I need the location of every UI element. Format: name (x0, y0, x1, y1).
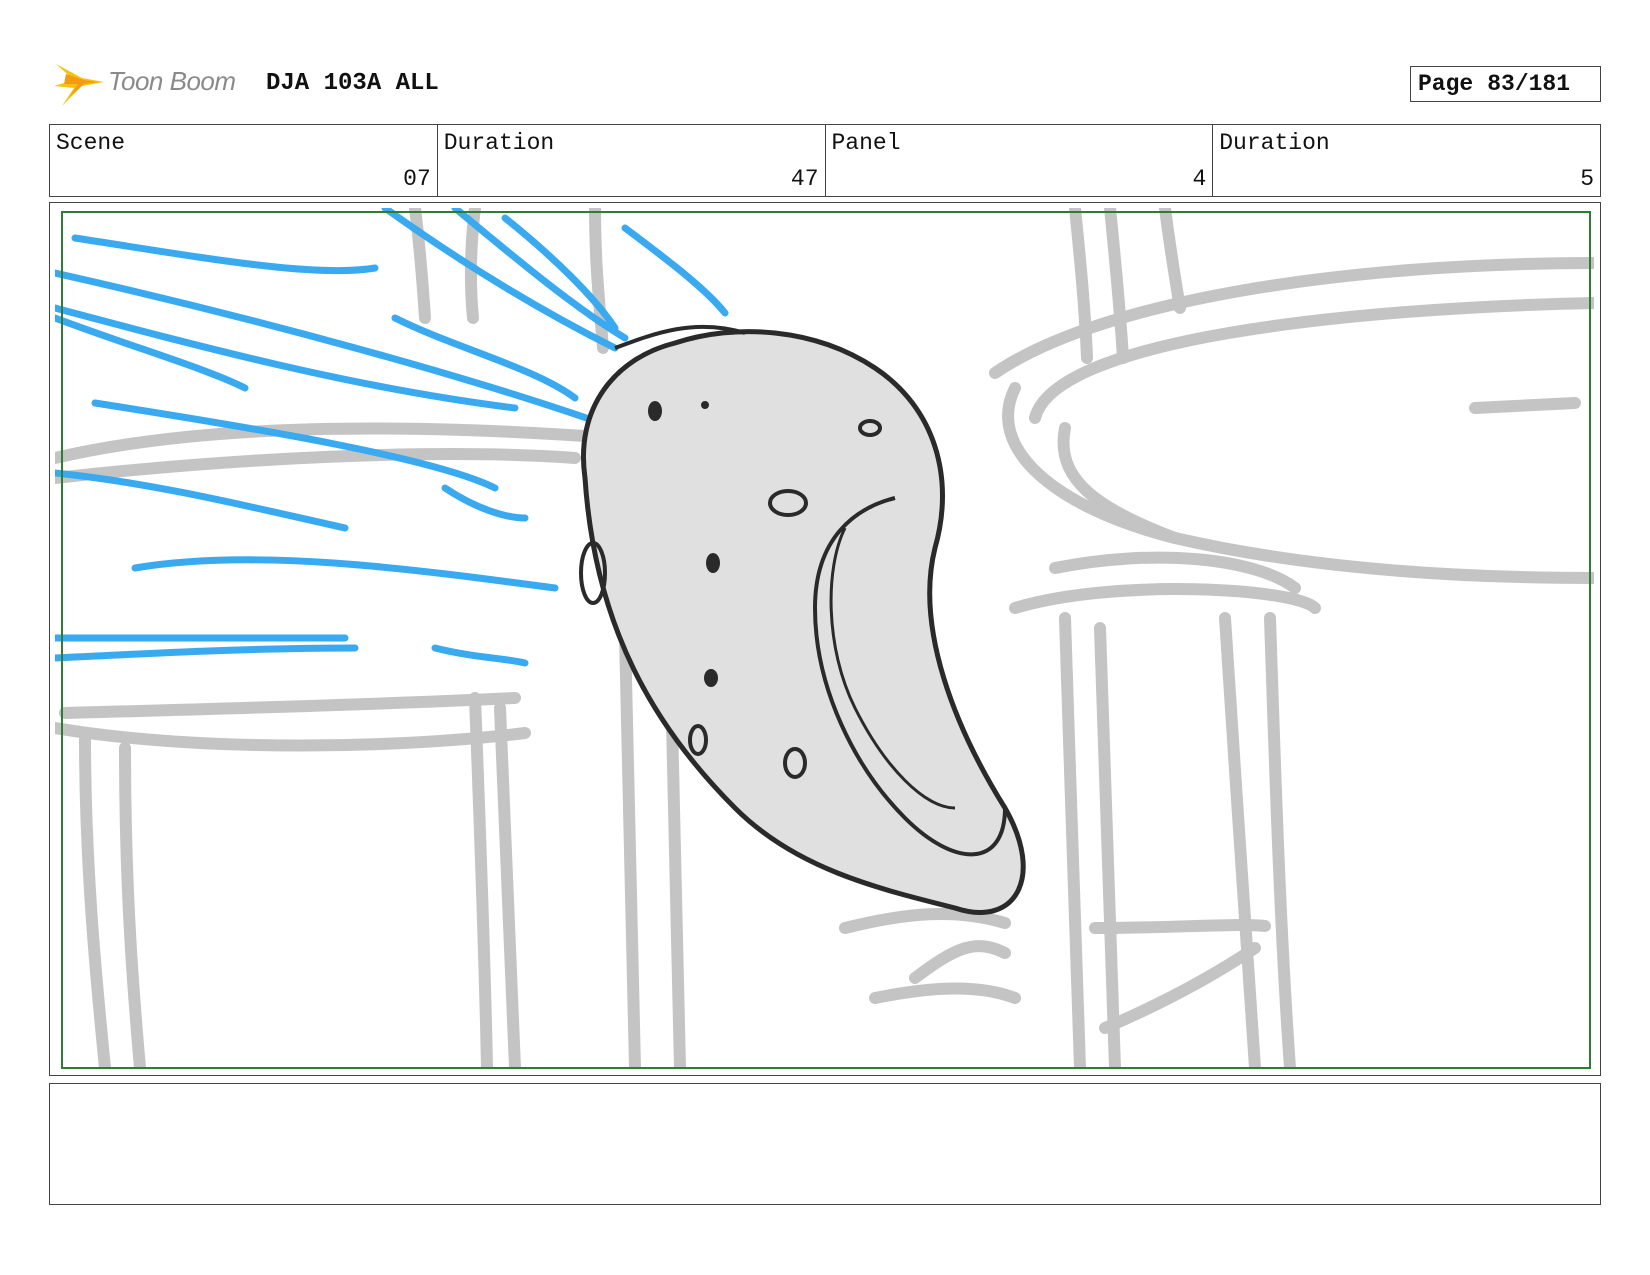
page-number: 83/181 (1487, 71, 1571, 97)
panel-label: Panel (831, 130, 901, 156)
panel-cell: Panel 4 (826, 125, 1214, 196)
panel-duration-cell: Duration 5 (1213, 125, 1600, 196)
character-sketch (579, 324, 1026, 915)
panel-duration-value: 5 (1580, 166, 1594, 192)
panel-info-row: Scene 07 Duration 47 Panel 4 Duration 5 (49, 124, 1601, 197)
scene-cell: Scene 07 (50, 125, 438, 196)
panel-value: 4 (1192, 166, 1207, 192)
scene-value: 07 (403, 166, 431, 192)
scene-duration-cell: Duration 47 (438, 125, 826, 196)
scene-duration-label: Duration (443, 130, 555, 156)
panel-duration-label: Duration (1219, 130, 1330, 156)
page-label: Page (1418, 71, 1474, 97)
logo-text: Toon Boom (108, 66, 236, 96)
project-title: DJA 103A ALL (266, 70, 439, 97)
scene-duration-value: 47 (790, 166, 819, 192)
toon-boom-logo: Toon Boom (52, 56, 252, 112)
sketch-artwork (55, 208, 1594, 1069)
scene-label: Scene (56, 130, 126, 156)
panel-drawing (55, 208, 1594, 1069)
logo-star-icon (54, 64, 104, 106)
storyboard-frame (49, 202, 1601, 1076)
panel-notes-box (49, 1083, 1601, 1205)
page-indicator: Page 83/181 (1410, 66, 1601, 102)
